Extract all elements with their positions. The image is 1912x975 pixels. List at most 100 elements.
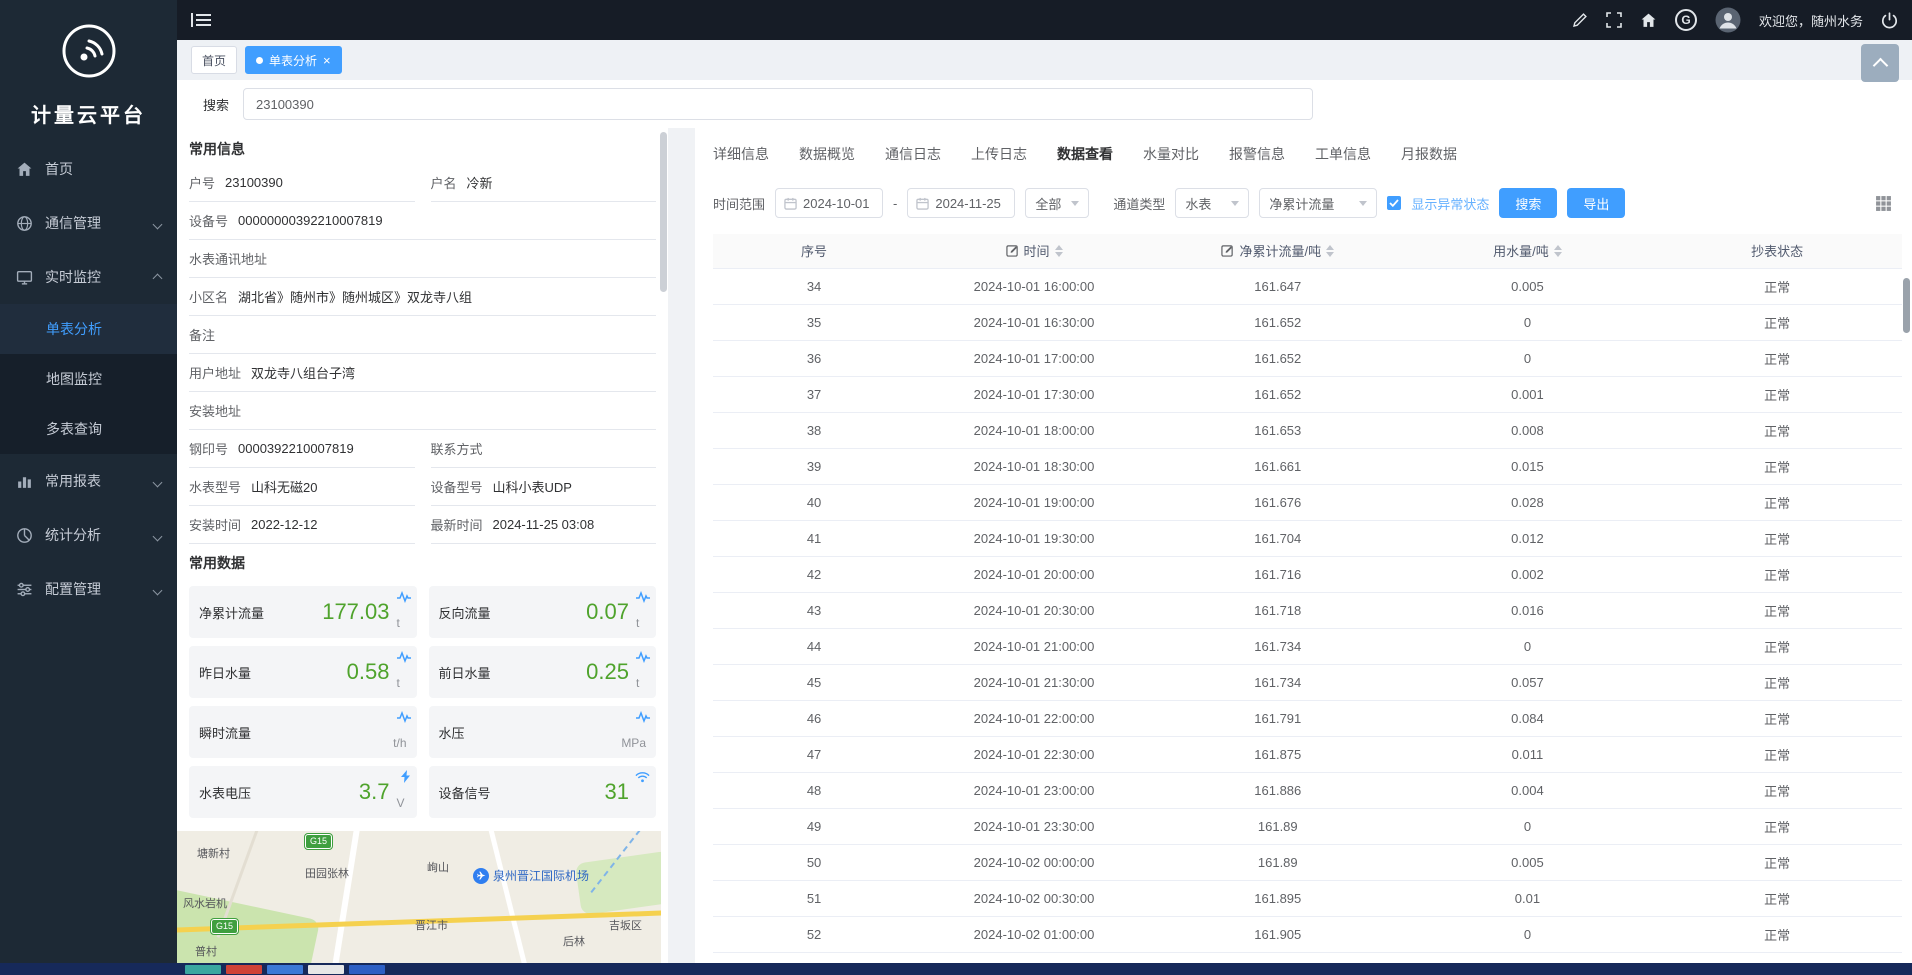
detail-tab-6[interactable]: 报警信息 [1229,144,1285,164]
column-header-time[interactable]: 时间 [915,234,1153,268]
search-input[interactable] [243,88,1313,120]
field-value: 0000392210007819 [238,441,354,456]
detail-tab-8[interactable]: 月报数据 [1401,144,1457,164]
sidebar-item-single-meter-analysis[interactable]: 单表分析 [0,304,177,354]
table-cell: 2024-10-01 17:00:00 [915,340,1153,376]
card-device-signal: 设备信号 31 [429,766,657,818]
table-row[interactable]: 352024-10-01 16:30:00161.6520正常 [713,304,1902,340]
sidebar-item-communication[interactable]: 通信管理 [0,196,177,250]
table-row[interactable]: 382024-10-01 18:00:00161.6530.008正常 [713,412,1902,448]
edit-icon[interactable] [1572,12,1588,28]
fullscreen-icon[interactable] [1606,12,1622,28]
map-road [329,831,362,963]
taskbar-app[interactable] [308,965,344,974]
table-row[interactable]: 522024-10-02 01:00:00161.9050正常 [713,916,1902,952]
left-panel-scrollbar[interactable] [660,132,667,292]
os-taskbar[interactable] [0,963,1912,975]
home-shortcut-icon[interactable] [1640,12,1657,29]
table-cell: 0.004 [1403,772,1653,808]
sidebar-item-statistics[interactable]: 统计分析 [0,508,177,562]
detail-tab-1[interactable]: 数据概览 [799,144,855,164]
table-row[interactable]: 492024-10-01 23:30:00161.890正常 [713,808,1902,844]
sidebar-item-multi-meter-query[interactable]: 多表查询 [0,404,177,454]
table-row[interactable]: 482024-10-01 23:00:00161.8860.004正常 [713,772,1902,808]
location-map[interactable]: G15 G15 塘新村 田园张林 峋山 风水岩机 晋江市 后林 吉坂区 普村 泉… [177,831,661,963]
table-cell: 161.661 [1153,448,1403,484]
field-latest-time: 最新时间 2024-11-25 03:08 [431,506,657,544]
field-label: 设备型号 [431,477,483,496]
airport-marker[interactable]: 泉州晋江国际机场 [473,867,589,884]
table-cell: 48 [713,772,915,808]
card-water-pressure: 水压 MPa [429,706,657,758]
table-row[interactable]: 472024-10-01 22:30:00161.8750.011正常 [713,736,1902,772]
table-row[interactable]: 402024-10-01 19:00:00161.6760.028正常 [713,484,1902,520]
channel-select[interactable]: 水表 [1175,188,1249,218]
table-cell: 53 [713,952,915,963]
table-cell: 正常 [1652,484,1902,520]
table-cell: 0.01 [1403,880,1653,916]
table-row[interactable]: 422024-10-01 20:00:00161.7160.002正常 [713,556,1902,592]
table-row[interactable]: 372024-10-01 17:30:00161.6520.001正常 [713,376,1902,412]
sidebar-item-realtime-monitor[interactable]: 实时监控 [0,250,177,304]
sidebar-item-configuration[interactable]: 配置管理 [0,562,177,616]
detail-tab-7[interactable]: 工单信息 [1315,144,1371,164]
table-row[interactable]: 392024-10-01 18:30:00161.6610.015正常 [713,448,1902,484]
chevron-down-icon [1231,201,1239,206]
table-cell: 0.001 [1403,376,1653,412]
taskbar-app[interactable] [226,965,262,974]
detail-tab-2[interactable]: 通信日志 [885,144,941,164]
tab-single-meter-analysis[interactable]: 单表分析 × [245,46,342,74]
g-logo-icon[interactable]: G [1675,9,1697,31]
card-label: 前日水量 [439,663,491,682]
table-row[interactable]: 342024-10-01 16:00:00161.6470.005正常 [713,268,1902,304]
taskbar-app[interactable] [185,965,221,974]
end-date-input[interactable]: 2024-11-25 [907,188,1015,218]
table-cell: 39 [713,448,915,484]
detail-tab-3[interactable]: 上传日志 [971,144,1027,164]
column-settings-icon[interactable] [1875,195,1892,212]
meter-info-panel: 常用信息 户号 23100390 户名 冷新 设备号 0000000039221… [177,128,668,963]
metric-select[interactable]: 净累计流量 [1259,188,1377,218]
power-icon[interactable] [1881,12,1898,29]
abnormal-status-checkbox[interactable] [1387,196,1401,210]
back-to-top-button[interactable] [1861,44,1899,82]
sort-control[interactable] [1554,245,1562,257]
field-value: 冷新 [467,173,493,192]
taskbar-app[interactable] [267,965,303,974]
table-row[interactable]: 412024-10-01 19:30:00161.7040.012正常 [713,520,1902,556]
table-row[interactable]: 532024-10-02 01:30:00161.9050正常 [713,952,1902,963]
table-row[interactable]: 512024-10-02 00:30:00161.8950.01正常 [713,880,1902,916]
column-header-usage[interactable]: 用水量/吨 [1403,234,1653,268]
table-row[interactable]: 502024-10-02 00:00:00161.890.005正常 [713,844,1902,880]
chevron-down-icon [1071,201,1079,206]
start-date-input[interactable]: 2024-10-01 [775,188,883,218]
table-cell: 正常 [1652,736,1902,772]
menu-collapse-icon[interactable] [191,12,211,28]
sidebar-item-home[interactable]: 首页 [0,142,177,196]
export-button[interactable]: 导出 [1567,188,1625,218]
close-icon[interactable]: × [323,54,331,67]
detail-tab-4[interactable]: 数据查看 [1057,144,1113,164]
sidebar-item-reports[interactable]: 常用报表 [0,454,177,508]
detail-tab-5[interactable]: 水量对比 [1143,144,1199,164]
table-row[interactable]: 432024-10-01 20:30:00161.7180.016正常 [713,592,1902,628]
taskbar-app[interactable] [349,965,385,974]
granularity-select[interactable]: 全部 [1025,188,1089,218]
detail-tab-0[interactable]: 详细信息 [713,144,769,164]
sidebar-item-map-monitor[interactable]: 地图监控 [0,354,177,404]
table-row[interactable]: 452024-10-01 21:30:00161.7340.057正常 [713,664,1902,700]
card-unit: t [397,616,407,638]
avatar[interactable] [1715,7,1741,33]
column-header-net-flow[interactable]: 净累计流量/吨 [1153,234,1403,268]
search-button[interactable]: 搜索 [1499,188,1557,218]
table-row[interactable]: 362024-10-01 17:00:00161.6520正常 [713,340,1902,376]
table-row[interactable]: 462024-10-01 22:00:00161.7910.084正常 [713,700,1902,736]
data-table-body: 342024-10-01 16:00:00161.6470.005正常35202… [713,268,1902,963]
table-cell: 38 [713,412,915,448]
table-scrollbar[interactable] [1903,278,1910,333]
sort-control[interactable] [1326,245,1334,257]
abnormal-status-label[interactable]: 显示异常状态 [1411,194,1489,213]
sort-control[interactable] [1055,245,1063,257]
table-row[interactable]: 442024-10-01 21:00:00161.7340正常 [713,628,1902,664]
tab-home[interactable]: 首页 [191,46,237,74]
